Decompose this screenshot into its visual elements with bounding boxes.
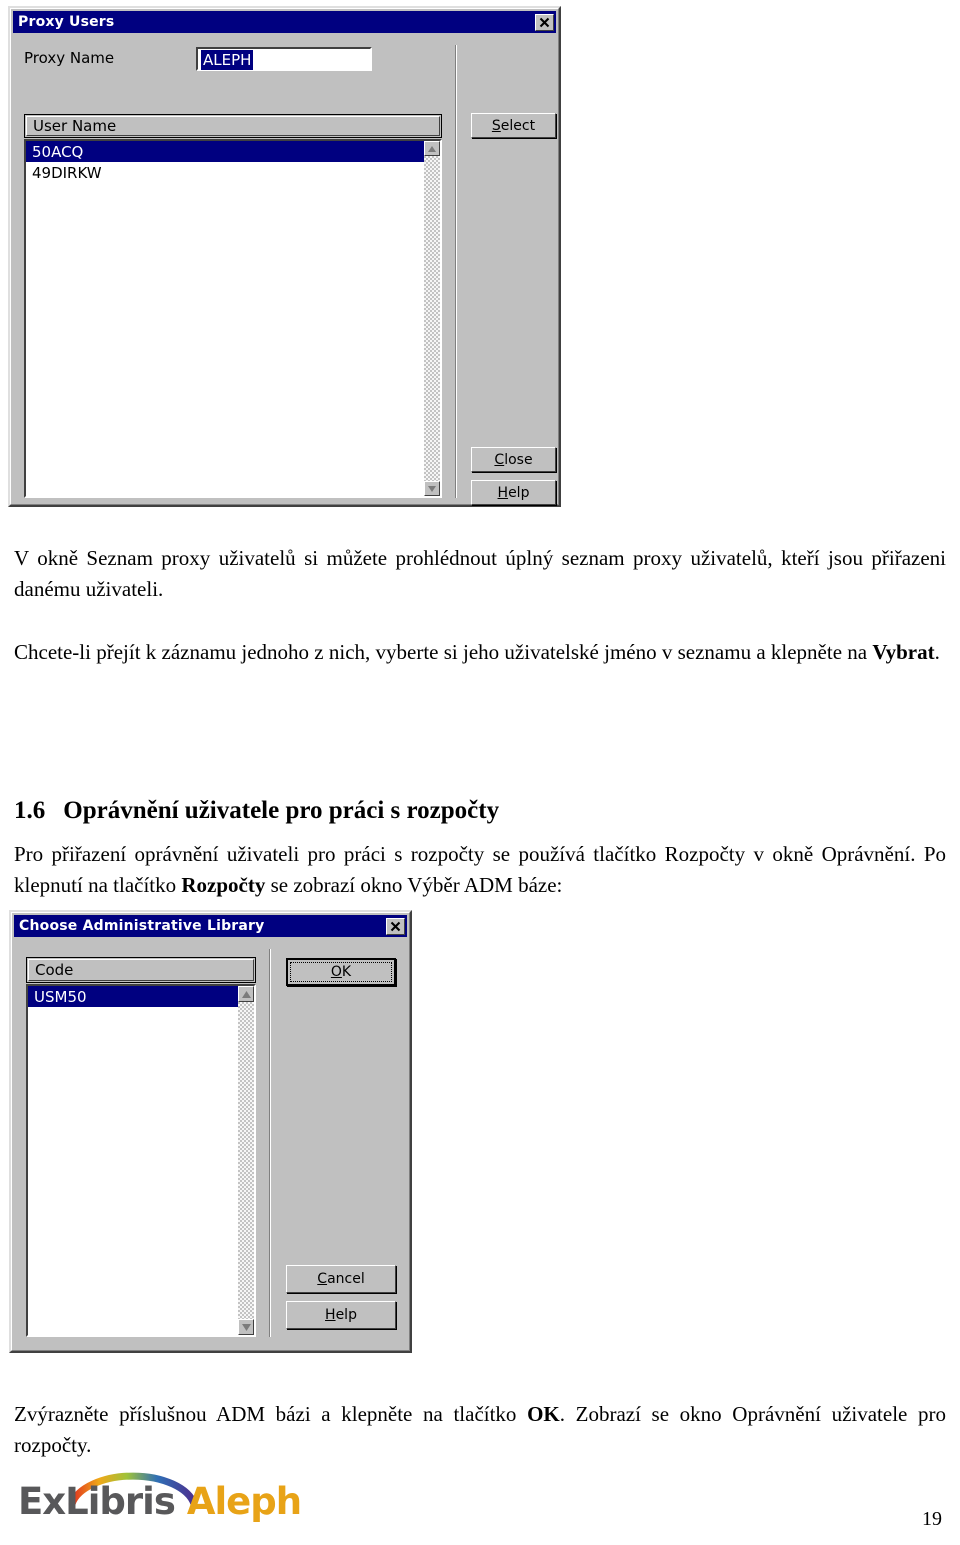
- help-button[interactable]: Help: [471, 480, 556, 505]
- proxy-users-titlebar[interactable]: Proxy Users: [13, 11, 556, 33]
- paragraph-3: Pro přiřazení oprávnění uživateli pro pr…: [14, 839, 946, 901]
- paragraph-2-text: Chcete-li přejít k záznamu jednoho z nic…: [14, 640, 873, 664]
- user-list-scrollbar[interactable]: [424, 141, 440, 496]
- choose-admin-library-title: Choose Administrative Library: [19, 918, 265, 934]
- choose-admin-library-dialog-inner: Choose Administrative Library Code USM50: [11, 912, 410, 1351]
- select-button[interactable]: Select: [471, 113, 556, 138]
- ok-button[interactable]: OK: [286, 958, 396, 986]
- ok-button-label: OK: [330, 964, 352, 980]
- logo-brand: ExLibris: [18, 1480, 176, 1523]
- code-list-scrollbar[interactable]: [238, 986, 254, 1335]
- help-button-label: Help: [325, 1307, 357, 1323]
- paragraph-2-tail: .: [934, 640, 940, 664]
- help-button-label: Help: [497, 484, 530, 501]
- list-item-label: 49DIRKW: [32, 163, 102, 182]
- code-column-header[interactable]: Code: [26, 957, 256, 983]
- close-icon[interactable]: [535, 13, 554, 31]
- page-title: 1.6 Oprávnění uživatele pro práci s rozpo…: [14, 796, 499, 826]
- choose-administrative-library-dialog: Choose Administrative Library Code USM50: [9, 910, 412, 1353]
- help-button[interactable]: Help: [286, 1301, 396, 1329]
- proxy-users-dialog-inner: Proxy Users Proxy Name ALEPH User Name 5…: [10, 8, 559, 505]
- select-button-label: Select: [491, 117, 536, 134]
- list-item[interactable]: 50ACQ: [26, 141, 440, 162]
- list-item[interactable]: USM50: [28, 986, 254, 1007]
- scroll-down-arrow-icon[interactable]: [238, 1319, 254, 1335]
- code-column-header-label: Code: [28, 959, 254, 981]
- paragraph-4-text: Zvýrazněte příslušnou ADM bázi a klepnět…: [14, 1402, 528, 1426]
- scroll-down-arrow-icon[interactable]: [424, 481, 440, 496]
- paragraph-3-emphasis: Rozpočty: [181, 873, 266, 897]
- paragraph-4: Zvýrazněte příslušnou ADM bázi a klepnět…: [14, 1399, 946, 1461]
- close-button[interactable]: Close: [471, 447, 556, 472]
- paragraph-4-emphasis: OK: [527, 1402, 560, 1426]
- scrollbar-track[interactable]: [424, 156, 440, 481]
- logo-wordmark: ExLibris Aleph: [18, 1480, 302, 1523]
- logo-product: Aleph: [186, 1480, 302, 1523]
- proxy-name-value: ALEPH: [201, 50, 254, 70]
- proxy-users-dialog: Proxy Users Proxy Name ALEPH User Name 5…: [8, 6, 561, 507]
- cancel-button-label: Cancel: [317, 1271, 365, 1287]
- list-item[interactable]: 49DIRKW: [26, 162, 440, 183]
- close-icon[interactable]: [386, 917, 405, 935]
- choose-admin-library-titlebar[interactable]: Choose Administrative Library: [14, 915, 407, 937]
- scroll-up-arrow-icon[interactable]: [238, 986, 254, 1002]
- exlibris-aleph-logo: ExLibris Aleph: [18, 1468, 318, 1530]
- paragraph-1: V okně Seznam proxy uživatelů si můžete …: [14, 546, 946, 601]
- scrollbar-track[interactable]: [238, 1002, 254, 1319]
- proxy-name-input[interactable]: ALEPH: [196, 47, 372, 71]
- code-listbox[interactable]: USM50: [26, 984, 256, 1337]
- proxy-users-title: Proxy Users: [18, 14, 115, 30]
- cancel-button[interactable]: Cancel: [286, 1265, 396, 1293]
- list-item-label: 50ACQ: [26, 141, 440, 162]
- panel-divider: [269, 949, 271, 1337]
- paragraph-3-tail: se zobrazí okno Výběr ADM báze:: [265, 873, 563, 897]
- paragraph-2: Chcete-li přejít k záznamu jednoho z nic…: [14, 637, 946, 668]
- heading-number: 1.6: [14, 796, 46, 824]
- user-name-column-header-label: User Name: [26, 116, 440, 136]
- heading-title: Oprávnění uživatele pro práci s rozpočty: [63, 796, 500, 824]
- user-name-column-header[interactable]: User Name: [24, 114, 442, 138]
- proxy-name-label: Proxy Name: [24, 49, 115, 67]
- paragraph-2-emphasis: Vybrat: [872, 640, 935, 664]
- panel-divider: [455, 45, 457, 498]
- user-name-listbox[interactable]: 50ACQ 49DIRKW: [24, 139, 442, 498]
- close-button-label: Close: [494, 451, 533, 468]
- scroll-up-arrow-icon[interactable]: [424, 141, 440, 156]
- page-number: 19: [922, 1508, 942, 1530]
- ok-button-focus-ring: OK: [290, 962, 392, 982]
- list-item-label: USM50: [28, 986, 254, 1007]
